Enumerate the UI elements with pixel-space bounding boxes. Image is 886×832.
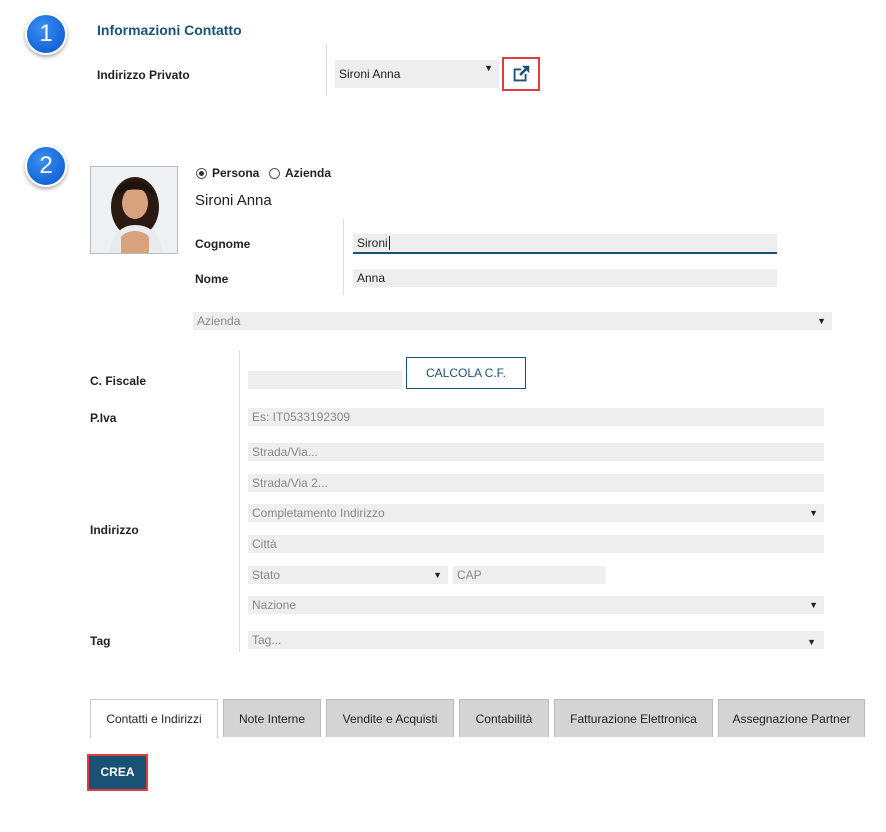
tab-fatturazione-elettronica[interactable]: Fatturazione Elettronica: [554, 699, 713, 737]
tab-assegnazione-partner[interactable]: Assegnazione Partner: [718, 699, 865, 737]
piva-label: P.Iva: [90, 411, 117, 425]
step-2-badge: 2: [25, 145, 67, 187]
name-value: Anna: [357, 271, 386, 285]
tab-vendite-acquisti[interactable]: Vendite e Acquisti: [326, 699, 454, 737]
surname-input[interactable]: Sironi: [353, 234, 777, 254]
piva-input[interactable]: Es: IT0533192309: [248, 408, 824, 426]
city-placeholder: Città: [252, 537, 277, 551]
tab-note-interne[interactable]: Note Interne: [223, 699, 321, 737]
tag-label: Tag: [90, 634, 111, 648]
tab-contabilita[interactable]: Contabilità: [459, 699, 549, 737]
street2-input[interactable]: Strada/Via 2...: [248, 474, 824, 492]
avatar[interactable]: [90, 166, 178, 254]
address-completion-placeholder: Completamento Indirizzo: [252, 506, 385, 520]
private-address-label: Indirizzo Privato: [97, 68, 190, 82]
tag-select[interactable]: Tag... ▼: [248, 631, 824, 649]
chevron-down-icon: ▼: [817, 316, 826, 326]
street2-placeholder: Strada/Via 2...: [252, 476, 328, 490]
radio-label-azienda: Azienda: [285, 166, 332, 180]
radio-checked-icon: [196, 167, 207, 179]
create-button[interactable]: CREA: [87, 754, 148, 791]
external-link-icon: [513, 65, 530, 82]
step-1-badge: 1: [25, 13, 67, 55]
address-label: Indirizzo: [90, 523, 139, 537]
company-placeholder: Azienda: [197, 314, 241, 328]
city-input[interactable]: Città: [248, 535, 824, 553]
surname-label: Cognome: [195, 237, 251, 251]
name-label: Nome: [195, 272, 229, 286]
radio-unchecked-icon: [269, 167, 280, 179]
zip-placeholder: CAP: [457, 568, 482, 582]
calculate-cf-button[interactable]: CALCOLA C.F.: [406, 357, 526, 389]
divider: [239, 350, 240, 652]
zip-input[interactable]: CAP: [453, 566, 605, 584]
radio-label-persona: Persona: [212, 166, 260, 180]
chevron-down-icon: ▼: [809, 508, 818, 518]
tag-placeholder: Tag...: [252, 633, 282, 647]
chevron-down-icon: ▼: [809, 600, 818, 610]
divider: [326, 44, 327, 96]
type-radio-azienda[interactable]: Azienda: [269, 166, 331, 180]
cf-label: C. Fiscale: [90, 374, 147, 388]
type-radio-persona[interactable]: Persona: [196, 166, 259, 180]
avatar-photo: [91, 167, 177, 253]
tab-contatti-indirizzi[interactable]: Contatti e Indirizzi: [90, 699, 218, 738]
surname-value: Sironi: [357, 236, 388, 250]
divider: [343, 219, 344, 295]
state-select[interactable]: Stato ▼: [248, 566, 448, 584]
company-select[interactable]: Azienda ▼: [193, 312, 832, 330]
country-placeholder: Nazione: [252, 598, 297, 612]
address-completion-select[interactable]: Completamento Indirizzo ▼: [248, 504, 824, 522]
chevron-down-icon: ▼: [433, 570, 442, 580]
country-select[interactable]: Nazione ▼: [248, 596, 824, 614]
street-placeholder: Strada/Via...: [252, 445, 318, 459]
external-link-button[interactable]: [502, 57, 540, 91]
piva-placeholder: Es: IT0533192309: [252, 410, 351, 424]
private-address-value: Sironi Anna: [339, 67, 401, 81]
name-input[interactable]: Anna: [353, 269, 777, 287]
state-placeholder: Stato: [252, 568, 281, 582]
chevron-down-icon: ▼: [484, 63, 493, 73]
chevron-down-icon: ▼: [807, 637, 816, 647]
street-input[interactable]: Strada/Via...: [248, 443, 824, 461]
section-title-contact: Informazioni Contatto: [97, 22, 242, 38]
cf-input[interactable]: [248, 371, 402, 389]
display-name: Sironi Anna: [195, 192, 272, 209]
private-address-select[interactable]: Sironi Anna ▼: [335, 60, 499, 88]
